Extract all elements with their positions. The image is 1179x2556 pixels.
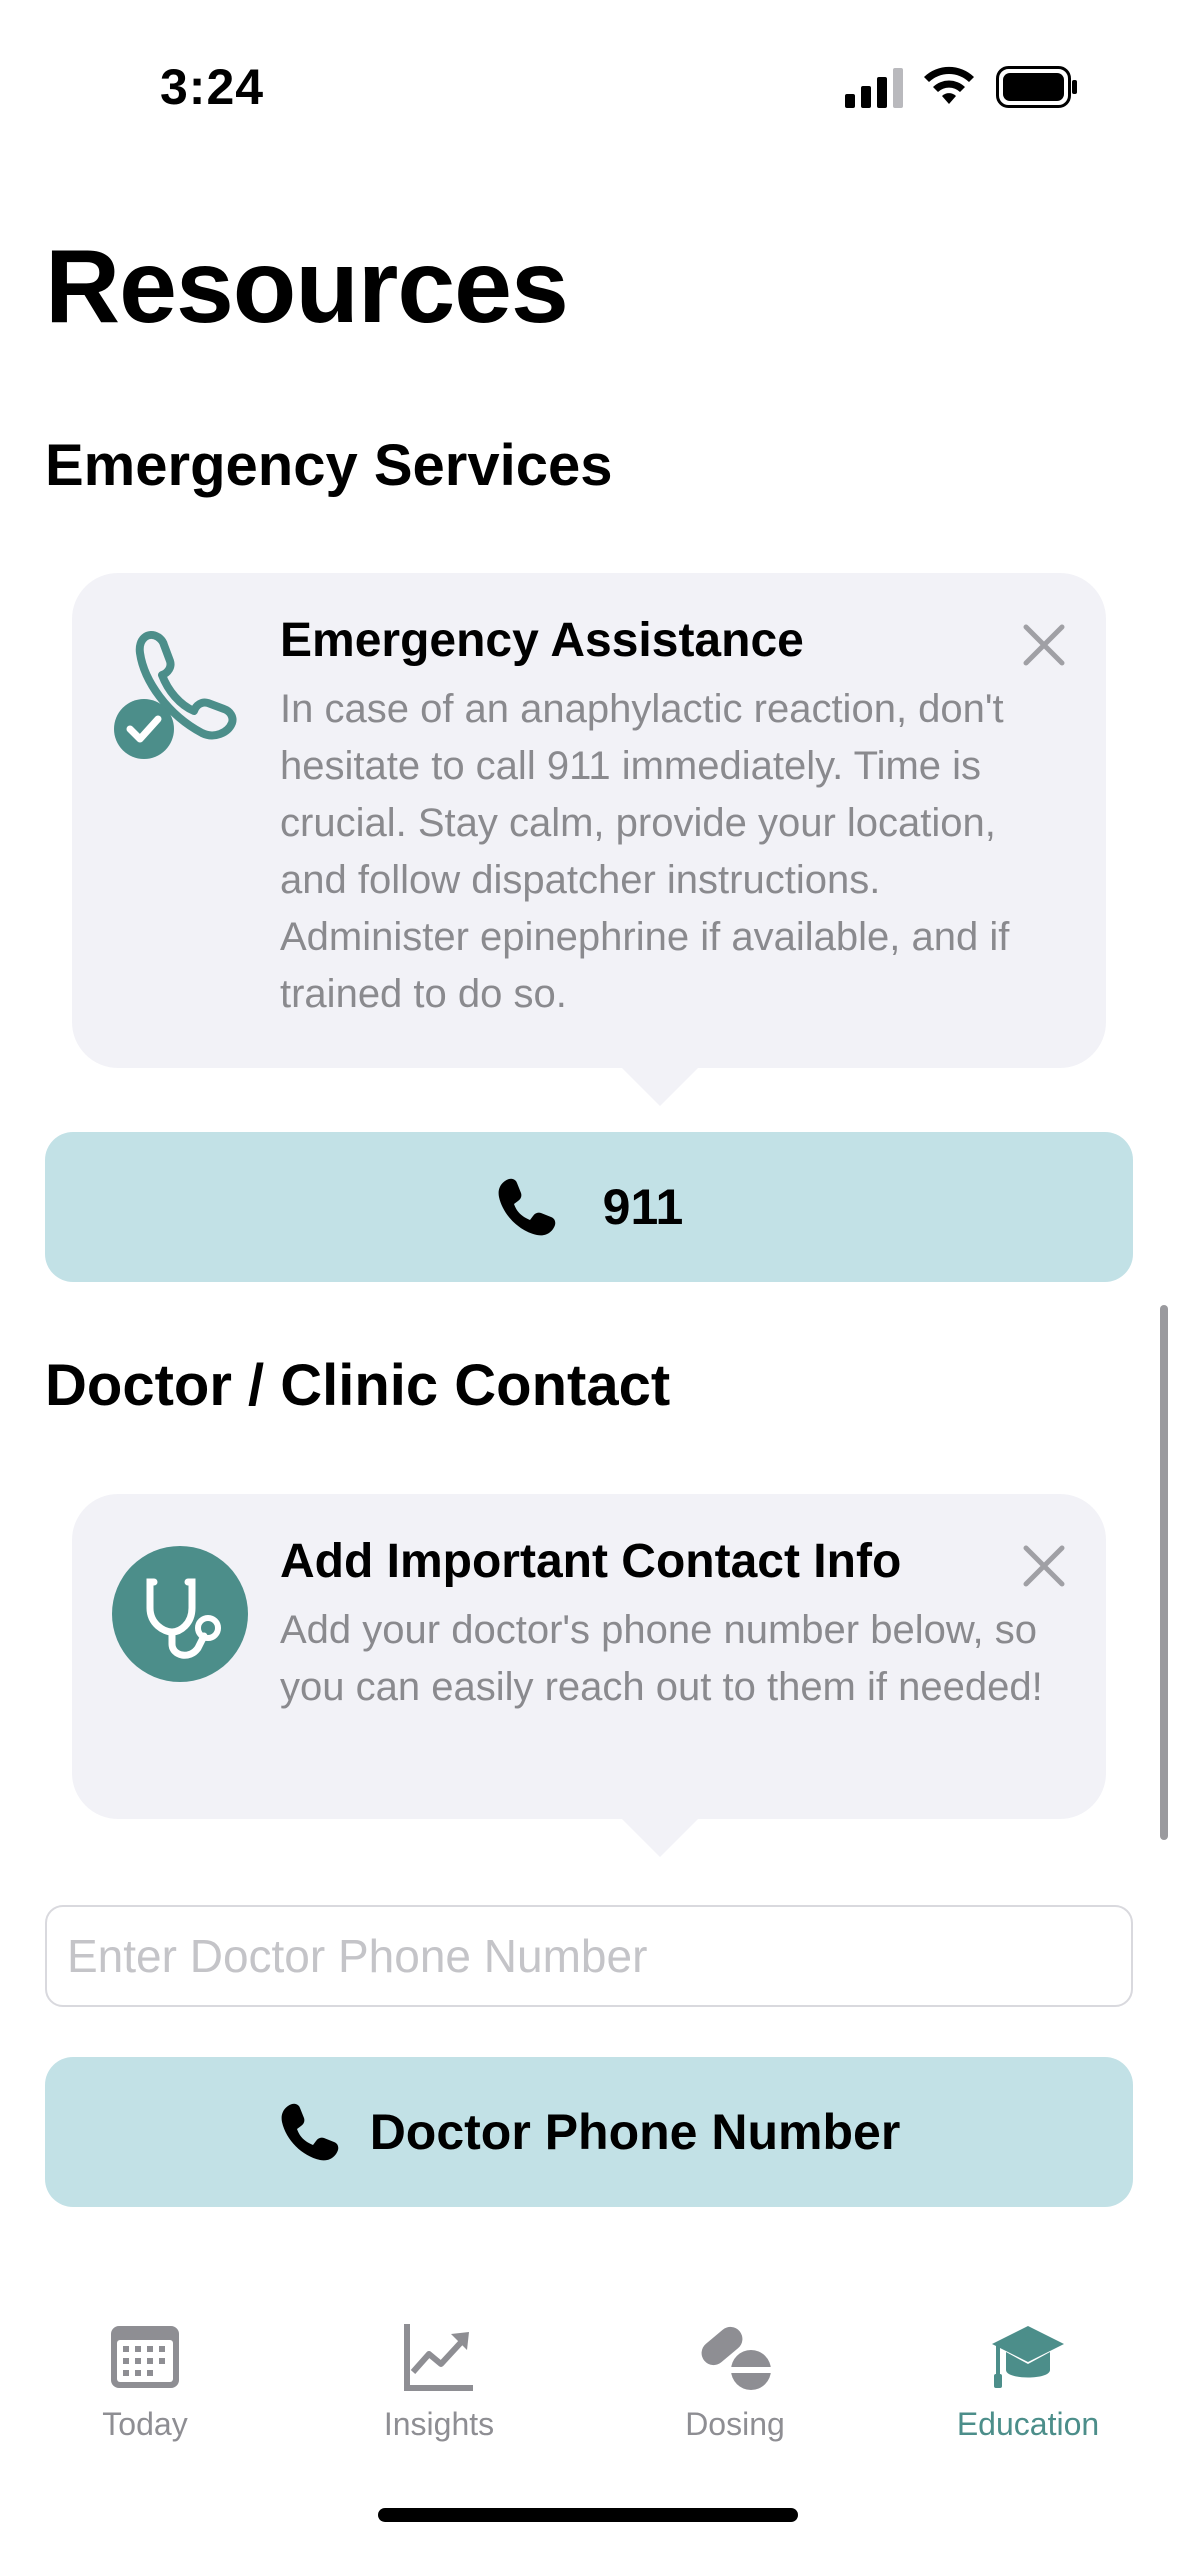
- tab-label: Dosing: [685, 2406, 785, 2442]
- tab-label: Education: [956, 2406, 1100, 2442]
- doctor-phone-input[interactable]: [45, 1905, 1133, 2007]
- scrollbar[interactable]: [1160, 1305, 1168, 1840]
- tab-education[interactable]: Education: [918, 2318, 1138, 2468]
- phone-check-icon: [114, 631, 237, 759]
- call-doctor-label: Doctor Phone Number: [369, 2104, 901, 2160]
- resources-screen: 3:24 Resources Emergency Services Emerge…: [0, 0, 1179, 2556]
- doctor-contact-heading: Doctor / Clinic Contact: [45, 1353, 671, 1418]
- tip-pointer: [622, 1819, 698, 1857]
- page-title: Resources: [45, 229, 569, 345]
- chart-icon: [404, 2324, 473, 2391]
- tab-today[interactable]: Today: [35, 2318, 255, 2468]
- pills-icon: [701, 2326, 773, 2390]
- tab-insights[interactable]: Insights: [329, 2318, 549, 2468]
- phone-icon: [498, 1178, 555, 1236]
- emergency-assistance-tip: Emergency Assistance In case of an anaph…: [72, 573, 1106, 1106]
- close-icon[interactable]: [1022, 623, 1066, 667]
- tab-label: Today: [102, 2406, 188, 2442]
- status-bar: 3:24: [0, 0, 1179, 150]
- tip-body: Add your doctor's phone number below, so…: [280, 1608, 1043, 1709]
- tip-body: In case of an anaphylactic reaction, don…: [280, 687, 1010, 1016]
- call-911-button[interactable]: 911: [45, 1132, 1133, 1282]
- call-doctor-button[interactable]: Doctor Phone Number: [45, 2057, 1133, 2207]
- tip-title: Add Important Contact Info: [280, 1535, 902, 1588]
- call-911-label: 911: [602, 1179, 684, 1235]
- calendar-icon: [111, 2326, 179, 2388]
- contact-info-tip: Add Important Contact Info Add your doct…: [72, 1494, 1106, 1857]
- tab-label: Insights: [383, 2406, 495, 2442]
- tip-pointer: [622, 1068, 698, 1106]
- phone-icon: [281, 2103, 338, 2161]
- graduation-cap-icon: [992, 2326, 1064, 2388]
- status-time: 3:24: [160, 59, 265, 115]
- emergency-services-heading: Emergency Services: [45, 433, 613, 498]
- close-icon[interactable]: [1022, 1544, 1066, 1588]
- tip-title: Emergency Assistance: [280, 614, 804, 667]
- tab-dosing[interactable]: Dosing: [625, 2318, 845, 2468]
- cellular-signal-icon: [845, 68, 903, 108]
- battery-icon: [996, 66, 1077, 108]
- wifi-icon: [924, 66, 974, 104]
- home-indicator[interactable]: [378, 2508, 798, 2522]
- stethoscope-icon: [112, 1546, 248, 1682]
